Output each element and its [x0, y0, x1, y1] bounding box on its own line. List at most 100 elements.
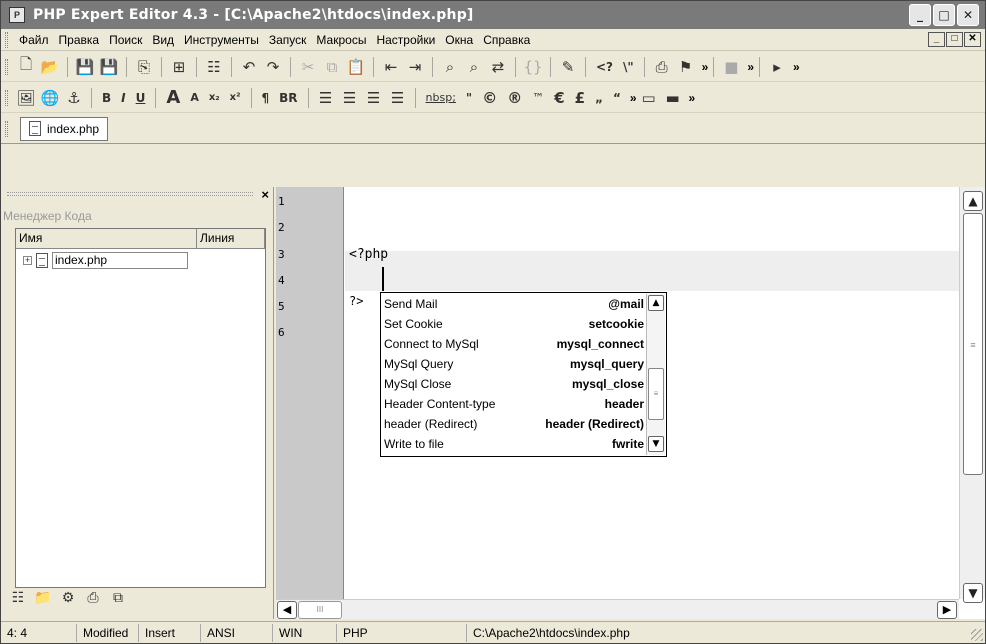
maximize-button[interactable]: □	[933, 4, 955, 26]
autocomplete-item[interactable]: Send Mail @mail	[384, 294, 644, 314]
run-button[interactable]: ▸	[766, 56, 788, 78]
window-frame-button[interactable]: ▭	[638, 87, 660, 109]
euro-button[interactable]: €	[550, 87, 568, 109]
tab-index-php[interactable]: index.php	[20, 116, 109, 141]
menu-settings[interactable]: Настройки	[371, 33, 440, 47]
app-icon[interactable]: P	[9, 7, 25, 23]
undo-button[interactable]: ↶	[238, 56, 260, 78]
escape-quote-button[interactable]: \"	[619, 56, 638, 78]
stop-button[interactable]: ■	[720, 56, 742, 78]
superscript-button[interactable]: x²	[226, 87, 245, 109]
column-header-name[interactable]: Имя	[16, 229, 197, 248]
autocomplete-item[interactable]: MySql Close mysql_close	[384, 374, 644, 394]
tabbar-grip[interactable]	[5, 120, 8, 137]
horizontal-scrollbar[interactable]: ◀ III ▶	[276, 599, 959, 619]
menu-view[interactable]: Вид	[147, 33, 179, 47]
pound-button[interactable]: £	[571, 87, 589, 109]
insert-link-button[interactable]: 🌐	[39, 87, 61, 109]
copy-button[interactable]: ⧉	[321, 56, 343, 78]
autocomplete-scrollbar[interactable]: ▲ ≡ ▼	[646, 294, 665, 455]
menu-macros[interactable]: Макросы	[311, 33, 371, 47]
preview-button[interactable]: ⎙	[651, 56, 673, 78]
italic-button[interactable]: I	[117, 87, 129, 109]
cut-button[interactable]: ✂	[297, 56, 319, 78]
scroll-right-button[interactable]: ▶	[937, 601, 957, 619]
registered-button[interactable]: ®	[503, 87, 526, 109]
font-bigger-button[interactable]: A	[162, 87, 184, 109]
autocomplete-item[interactable]: header (Redirect) header (Redirect)	[384, 414, 644, 434]
toolbar2-overflow-2[interactable]: »	[689, 91, 696, 105]
toolbar-grip[interactable]	[5, 89, 8, 106]
menu-search[interactable]: Поиск	[104, 33, 147, 47]
autocomplete-scroll-down[interactable]: ▼	[648, 436, 664, 452]
nbsp-button[interactable]: nbsp;	[422, 87, 460, 109]
quote-button[interactable]: "	[462, 87, 476, 109]
menu-edit[interactable]: Правка	[54, 33, 105, 47]
outdent-button[interactable]: ⇥	[404, 56, 426, 78]
insert-image-button[interactable]: 🖼	[15, 87, 37, 109]
php-tag-button[interactable]: <?	[592, 56, 617, 78]
panel-grip[interactable]	[7, 192, 254, 196]
save-button[interactable]: 💾	[74, 56, 96, 78]
redo-button[interactable]: ↷	[262, 56, 284, 78]
toolbar2-overflow-1[interactable]: »	[630, 91, 637, 105]
library-tab-button[interactable]: ⎙	[84, 589, 102, 607]
replace-button[interactable]: ⇄	[487, 56, 509, 78]
mdi-minimize-button[interactable]: _	[928, 32, 945, 47]
close-button[interactable]: ✕	[957, 4, 979, 26]
paste-button[interactable]: 📋	[345, 56, 367, 78]
font-smaller-button[interactable]: A	[186, 87, 203, 109]
clipboard-grid-button[interactable]: ⊞	[168, 56, 190, 78]
open-button[interactable]: 📂	[39, 56, 61, 78]
autocomplete-item[interactable]: MySql Query mysql_query	[384, 354, 644, 374]
folder-tab-button[interactable]: 📁	[34, 589, 52, 607]
autocomplete-scroll-thumb[interactable]: ≡	[648, 368, 664, 420]
menubar-grip[interactable]	[5, 31, 8, 48]
toolbar-overflow-1[interactable]: »	[702, 60, 709, 74]
tree-item-label[interactable]: index.php	[52, 252, 188, 269]
expand-icon[interactable]: +	[23, 256, 32, 265]
find-button[interactable]: ⌕	[439, 56, 461, 78]
code-tree-tab-button[interactable]: ☷	[9, 589, 27, 607]
autocomplete-item[interactable]: Connect to MySql mysql_connect	[384, 334, 644, 354]
column-header-line[interactable]: Линия	[197, 229, 265, 248]
toolbar-grip[interactable]	[5, 58, 8, 75]
menu-run[interactable]: Запуск	[264, 33, 312, 47]
vertical-scrollbar[interactable]: ▲ ≡ ▼	[959, 187, 985, 603]
scroll-up-button[interactable]: ▲	[963, 191, 983, 211]
mdi-restore-button[interactable]: □	[946, 32, 963, 47]
minimize-frame-button[interactable]: ▬	[662, 87, 684, 109]
scroll-down-button[interactable]: ▼	[963, 583, 983, 603]
autocomplete-item[interactable]: Set Cookie setcookie	[384, 314, 644, 334]
find-next-button[interactable]: ⌕	[463, 56, 485, 78]
toolbar-overflow-2[interactable]: »	[747, 60, 754, 74]
align-center-button[interactable]: ☰	[339, 87, 361, 109]
autocomplete-item[interactable]: Write to file fwrite	[384, 434, 644, 454]
close-file-button[interactable]: ⎘	[133, 56, 155, 78]
menu-windows[interactable]: Окна	[440, 33, 478, 47]
underline-button[interactable]: U	[132, 87, 150, 109]
autocomplete-item[interactable]: Header Content-type header	[384, 394, 644, 414]
brackets-button[interactable]: {}	[522, 56, 544, 78]
title-bar[interactable]: P PHP Expert Editor 4.3 - [C:\Apache2\ht…	[1, 1, 985, 29]
pen-button[interactable]: ✎	[557, 56, 579, 78]
code-tree-button[interactable]: ☷	[203, 56, 225, 78]
align-justify-button[interactable]: ☰	[387, 87, 409, 109]
scroll-left-button[interactable]: ◀	[277, 601, 297, 619]
minimize-button[interactable]: _	[909, 4, 931, 26]
left-quote-button[interactable]: “	[609, 87, 625, 109]
validate-button[interactable]: ⚑	[675, 56, 697, 78]
align-left-button[interactable]: ☰	[315, 87, 337, 109]
snippet-tab-button[interactable]: ⧉	[109, 589, 127, 607]
horizontal-scroll-thumb[interactable]: III	[298, 601, 342, 619]
toolbar-overflow-3[interactable]: »	[793, 60, 800, 74]
copyright-button[interactable]: ©	[478, 87, 501, 109]
save-all-button[interactable]: 💾	[98, 56, 120, 78]
autocomplete-scroll-up[interactable]: ▲	[648, 295, 664, 311]
new-file-button[interactable]: 🗋	[15, 55, 37, 78]
line-break-button[interactable]: BR	[275, 87, 301, 109]
menu-file[interactable]: Файл	[14, 33, 54, 47]
bold-button[interactable]: B	[98, 87, 115, 109]
subscript-button[interactable]: x₂	[205, 87, 224, 109]
menu-help[interactable]: Справка	[478, 33, 535, 47]
